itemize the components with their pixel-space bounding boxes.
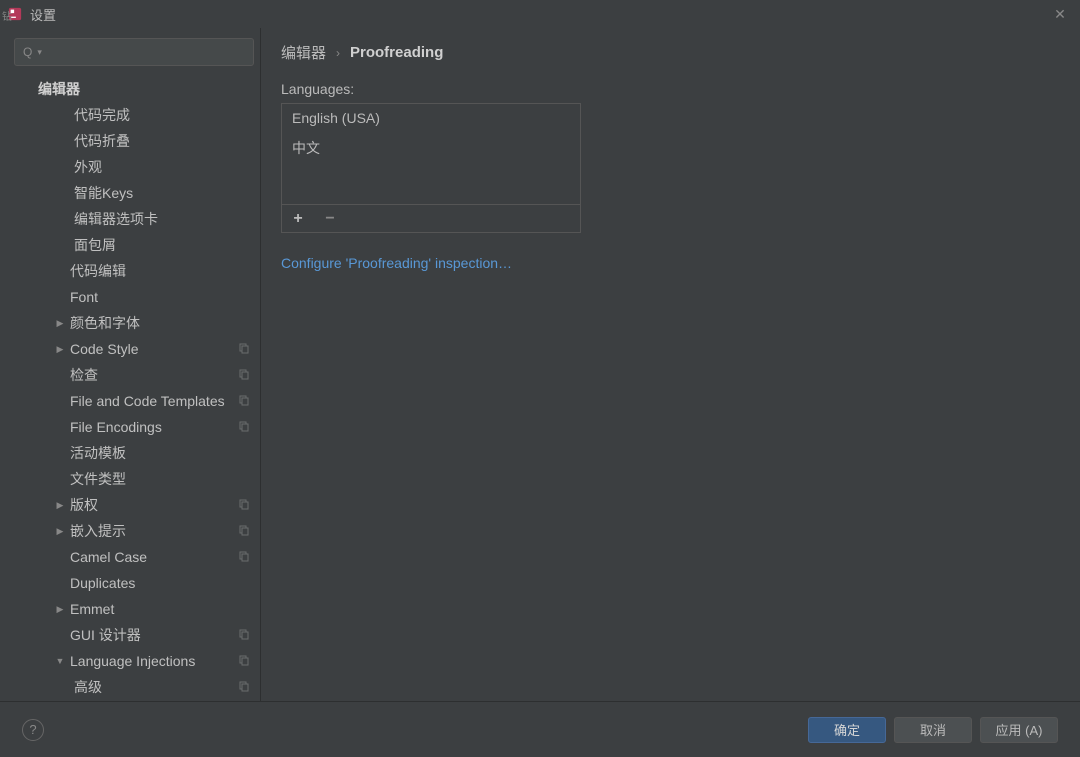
- chevron-right-icon: ▶: [54, 500, 66, 511]
- footer: ? 确定 取消 应用 (A): [0, 701, 1080, 757]
- bg-fragment: 钻: [2, 8, 12, 23]
- chevron-right-icon: ▶: [54, 344, 66, 355]
- configure-inspection-link[interactable]: Configure 'Proofreading' inspection…: [281, 255, 512, 271]
- title-bar: 设置 ✕: [0, 0, 1080, 28]
- tree-item-label: 外观: [74, 157, 250, 177]
- tree-item-label: 智能Keys: [74, 183, 250, 203]
- tree-item[interactable]: ▶ Code Style: [14, 336, 260, 362]
- tree-item-label: Camel Case: [70, 549, 238, 565]
- sidebar: Q▾ 编辑器 代码完成代码折叠外观智能Keys编辑器选项卡面包屑代码编辑Font…: [0, 28, 260, 701]
- language-item[interactable]: English (USA): [282, 104, 580, 132]
- tree-item-label: 代码编辑: [70, 261, 250, 281]
- apply-button[interactable]: 应用 (A): [980, 717, 1058, 743]
- tree-item[interactable]: 代码完成: [14, 102, 260, 128]
- breadcrumb-parent[interactable]: 编辑器: [281, 42, 326, 63]
- tree-item-label: 代码完成: [74, 105, 250, 125]
- language-item[interactable]: 中文: [282, 132, 580, 164]
- tree-item[interactable]: 编辑器选项卡: [14, 206, 260, 232]
- tree-section-editor[interactable]: 编辑器: [14, 76, 260, 102]
- project-scheme-icon: [238, 419, 250, 435]
- close-button[interactable]: ✕: [1048, 2, 1072, 26]
- settings-tree[interactable]: 编辑器 代码完成代码折叠外观智能Keys 编辑器选项卡面包屑代码编辑 Font ▶ 颜色…: [14, 76, 260, 701]
- breadcrumb-current: Proofreading: [350, 44, 443, 61]
- breadcrumb: 编辑器 › Proofreading: [281, 42, 1060, 63]
- project-scheme-icon: [238, 549, 250, 565]
- tree-item[interactable]: ▶ 版权: [14, 492, 260, 518]
- tree-item-label: Code Style: [70, 341, 238, 357]
- project-scheme-icon: [238, 627, 250, 643]
- chevron-right-icon: ▶: [54, 604, 66, 615]
- tree-item[interactable]: GUI 设计器: [14, 622, 260, 648]
- project-scheme-icon: [238, 497, 250, 513]
- add-language-button[interactable]: +: [288, 210, 308, 228]
- search-icon: Q: [23, 45, 32, 59]
- cancel-button[interactable]: 取消: [894, 717, 972, 743]
- tree-item[interactable]: 检查: [14, 362, 260, 388]
- tree-item[interactable]: 代码编辑: [14, 258, 260, 284]
- tree-item[interactable]: ▶ 颜色和字体: [14, 310, 260, 336]
- content-panel: 编辑器 › Proofreading Languages: English (U…: [260, 28, 1080, 701]
- tree-item[interactable]: 文件类型: [14, 466, 260, 492]
- project-scheme-icon: [238, 341, 250, 357]
- tree-item-label: 检查: [70, 365, 238, 385]
- search-icon-caret: ▾: [37, 47, 42, 58]
- tree-item-label: Duplicates: [70, 575, 250, 591]
- tree-section-label: 编辑器: [38, 79, 250, 99]
- chevron-right-icon: ▶: [54, 318, 66, 329]
- tree-item-label: GUI 设计器: [70, 625, 238, 645]
- close-icon: ✕: [1054, 6, 1066, 23]
- tree-item[interactable]: 高级: [14, 674, 260, 700]
- tree-item[interactable]: 外观: [14, 154, 260, 180]
- chevron-right-icon: ▶: [54, 526, 66, 537]
- tree-item[interactable]: 智能Keys: [14, 180, 260, 206]
- help-icon: ?: [29, 722, 36, 737]
- remove-language-button[interactable]: −: [320, 210, 340, 228]
- tree-item-label: 高级: [74, 677, 238, 697]
- project-scheme-icon: [238, 679, 250, 695]
- tree-item[interactable]: ▼ Language Injections: [14, 648, 260, 674]
- tree-item-label: Emmet: [70, 601, 250, 617]
- tree-item-label: File and Code Templates: [70, 393, 238, 409]
- tree-item[interactable]: Duplicates: [14, 570, 260, 596]
- tree-item[interactable]: 面包屑: [14, 232, 260, 258]
- ok-button[interactable]: 确定: [808, 717, 886, 743]
- tree-item[interactable]: ▶ 嵌入提示: [14, 518, 260, 544]
- languages-list: English (USA)中文 + −: [281, 103, 581, 233]
- search-input[interactable]: Q▾: [14, 38, 254, 66]
- tree-item-label: 版权: [70, 495, 238, 515]
- tree-item[interactable]: 代码折叠: [14, 128, 260, 154]
- tree-item-label: 代码折叠: [74, 131, 250, 151]
- chevron-right-icon: ›: [336, 46, 340, 60]
- project-scheme-icon: [238, 653, 250, 669]
- tree-item-label: 面包屑: [74, 235, 250, 255]
- tree-item[interactable]: Font: [14, 284, 260, 310]
- tree-item[interactable]: Camel Case: [14, 544, 260, 570]
- project-scheme-icon: [238, 393, 250, 409]
- project-scheme-icon: [238, 367, 250, 383]
- languages-label: Languages:: [281, 81, 1060, 97]
- window-title: 设置: [30, 5, 56, 24]
- tree-item-label: Font: [70, 289, 250, 305]
- tree-item-label: File Encodings: [70, 419, 238, 435]
- project-scheme-icon: [238, 523, 250, 539]
- languages-toolbar: + −: [282, 204, 580, 232]
- tree-item-label: 编辑器选项卡: [74, 209, 250, 229]
- help-button[interactable]: ?: [22, 719, 44, 741]
- tree-item-label: 嵌入提示: [70, 521, 238, 541]
- tree-item-label: 颜色和字体: [70, 313, 250, 333]
- tree-item[interactable]: File Encodings: [14, 414, 260, 440]
- tree-item[interactable]: ▶ Emmet: [14, 596, 260, 622]
- tree-item[interactable]: File and Code Templates: [14, 388, 260, 414]
- tree-item-label: Language Injections: [70, 653, 238, 669]
- tree-item-label: 文件类型: [70, 469, 250, 489]
- tree-item[interactable]: 活动模板: [14, 440, 260, 466]
- tree-item-label: 活动模板: [70, 443, 250, 463]
- chevron-down-icon: ▼: [54, 656, 66, 666]
